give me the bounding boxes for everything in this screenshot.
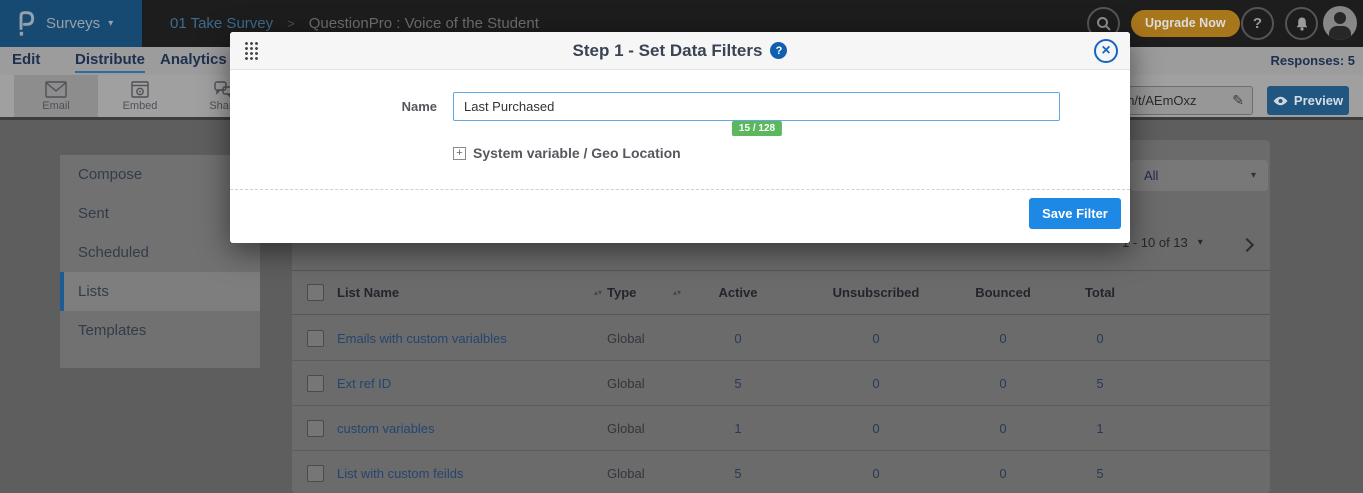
name-field-label: Name [377,92,437,121]
active-count: 0 [687,331,789,346]
row-checkbox[interactable] [307,375,324,392]
save-filter-button[interactable]: Save Filter [1029,198,1121,229]
modal-help-icon[interactable]: ? [770,42,787,59]
questionpro-logo-icon [16,10,36,37]
row-checkbox[interactable] [307,330,324,347]
sidebar-item-templates[interactable]: Templates [60,311,260,350]
preview-button-label: Preview [1294,93,1343,108]
tab-analytics[interactable]: Analytics [160,47,227,73]
unsubscribed-count: 0 [789,331,963,346]
toolbar-item-embed[interactable]: Embed [98,75,182,117]
responses-count: Responses: 5 [1270,47,1355,75]
help-button[interactable]: ? [1241,7,1274,40]
pagination-range: 1 - 10 of 13 [1122,235,1188,250]
unsubscribed-count: 0 [789,466,963,481]
table-row: custom variables Global 1 0 0 1 [292,406,1270,451]
notifications-button[interactable] [1285,7,1318,40]
table-row: Emails with custom varialbles Global 0 0… [292,316,1270,361]
pagination: 1 - 10 of 13 ▾ [1122,235,1203,250]
char-counter-badge: 15 / 128 [732,121,782,136]
select-all-checkbox[interactable] [307,284,324,301]
avatar-body-shape [1329,26,1351,40]
question-mark-icon: ? [1253,15,1262,32]
total-count: 5 [1043,466,1157,481]
active-count: 5 [687,376,789,391]
bounced-count: 0 [963,331,1043,346]
total-count: 0 [1043,331,1157,346]
breadcrumb-page-title: QuestionPro : Voice of the Student [309,15,539,32]
preview-button[interactable]: Preview [1267,86,1349,115]
surveys-menu-label: Surveys [46,15,100,32]
sort-icon[interactable]: ▴▾ [667,290,687,296]
system-variable-expander[interactable]: + System variable / Geo Location [453,145,681,161]
row-checkbox[interactable] [307,420,324,437]
total-count: 1 [1043,421,1157,436]
edit-url-pencil-icon[interactable]: ✎ [1224,92,1252,109]
list-name-link[interactable]: Emails with custom varialbles [337,331,589,346]
pagination-next-chevron[interactable] [1240,238,1254,252]
column-header-total: Total [1043,285,1157,300]
upgrade-now-button[interactable]: Upgrade Now [1131,10,1240,37]
column-header-bounced: Bounced [963,285,1043,300]
filter-name-input[interactable] [453,92,1060,121]
breadcrumb-separator: > [287,16,295,31]
unsubscribed-count: 0 [789,421,963,436]
modal-footer-divider [230,189,1130,190]
modal-title: Step 1 - Set Data Filters [573,41,763,61]
chevron-down-icon: ▾ [1251,170,1256,181]
email-icon [45,81,67,98]
list-type: Global [607,466,667,481]
unsubscribed-count: 0 [789,376,963,391]
sort-icon[interactable]: ▴▾ [589,290,607,296]
surveys-menu[interactable]: Surveys ▾ [0,0,142,47]
bounced-count: 0 [963,421,1043,436]
list-type: Global [607,421,667,436]
modal-close-icon[interactable]: × [1094,39,1118,63]
avatar-head-shape [1334,12,1346,24]
list-filter-value: All [1130,168,1243,183]
total-count: 5 [1043,376,1157,391]
toolbar-item-label: Embed [123,100,158,112]
modal-header: Step 1 - Set Data Filters ? × [230,32,1130,70]
column-header-list-name[interactable]: List Name [337,285,589,300]
list-name-link[interactable]: custom variables [337,421,589,436]
bounced-count: 0 [963,466,1043,481]
eye-icon [1273,96,1288,106]
column-header-type[interactable]: Type [607,285,667,300]
toolbar-item-label: Email [42,100,70,112]
user-avatar[interactable] [1323,6,1357,40]
tab-distribute[interactable]: Distribute [75,47,145,73]
list-type: Global [607,331,667,346]
set-data-filters-modal: Step 1 - Set Data Filters ? × Name 15 / … [230,32,1130,243]
expand-plus-icon: + [453,147,466,160]
row-checkbox[interactable] [307,465,324,482]
tab-edit[interactable]: Edit [12,47,40,73]
column-header-unsubscribed: Unsubscribed [789,285,963,300]
list-filter-dropdown[interactable]: All ▾ [1130,160,1268,191]
system-variable-expander-label: System variable / Geo Location [473,145,681,161]
toolbar-item-email[interactable]: Email [14,75,98,117]
bounced-count: 0 [963,376,1043,391]
active-count: 1 [687,421,789,436]
table-row: List with custom feilds Global 5 0 0 5 [292,451,1270,493]
column-header-active: Active [687,285,789,300]
list-name-link[interactable]: List with custom feilds [337,466,589,481]
drag-handle-icon[interactable] [244,41,259,61]
sidebar-item-lists[interactable]: Lists [60,272,260,311]
search-icon [1096,16,1112,32]
table-row: Ext ref ID Global 5 0 0 5 [292,361,1270,406]
app-window: Surveys ▾ 01 Take Survey > QuestionPro :… [0,0,1363,493]
chevron-down-icon: ▾ [108,18,113,29]
breadcrumb-survey-link[interactable]: 01 Take Survey [170,15,273,32]
list-type: Global [607,376,667,391]
embed-icon [129,81,151,98]
list-name-link[interactable]: Ext ref ID [337,376,589,391]
pagination-page-size-caret[interactable]: ▾ [1198,237,1203,248]
bell-icon [1294,16,1310,32]
active-count: 5 [687,466,789,481]
table-header-row: List Name ▴▾ Type ▴▾ Active Unsubscribed… [292,270,1270,315]
